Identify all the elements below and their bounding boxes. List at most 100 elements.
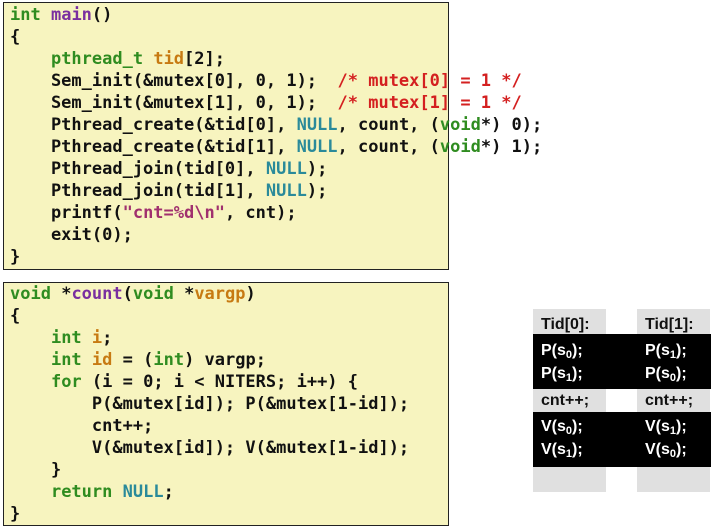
op-text: V(s — [645, 441, 670, 458]
op-text: cnt++; — [645, 392, 694, 409]
code-token: printf( — [10, 203, 123, 223]
code-token: ) — [245, 284, 256, 304]
code-line: { — [10, 305, 20, 327]
code-token: for — [50, 372, 82, 392]
op-text: V(s — [541, 418, 566, 435]
code-token: , count, ( — [337, 115, 440, 135]
code-token: NULL — [122, 482, 164, 502]
code-token: /* mutex[1] = 1 */ — [337, 93, 522, 113]
op-suffix: ); — [676, 365, 687, 382]
op-text: P(s — [541, 365, 566, 382]
tid1-op: P(s1); — [645, 340, 687, 362]
op-text: V(s — [645, 418, 670, 435]
code-token: , cnt); — [224, 203, 297, 223]
code-line: pthread_t tid[2]; — [10, 48, 225, 70]
code-token: ); — [306, 159, 328, 179]
code-token: tid — [153, 49, 185, 69]
code-token: return — [50, 482, 113, 502]
tid1-op: P(s0); — [645, 363, 687, 385]
code-token: * — [173, 284, 195, 304]
code-token: Pthread_join(tid[1], — [10, 181, 266, 201]
op-text: V(s — [541, 441, 566, 458]
code-line: } — [10, 503, 20, 525]
tid0-op: P(s1); — [541, 363, 583, 385]
code-line: printf("cnt=%d\n", cnt); — [10, 202, 297, 224]
code-line: int i; — [10, 327, 112, 349]
code-token: () — [91, 5, 113, 25]
code-token: P(&mutex[id]); P(&mutex[1-id]); — [10, 394, 410, 414]
code-token: ; — [163, 482, 174, 502]
code-token: int — [50, 350, 82, 370]
op-text: P(s — [645, 365, 670, 382]
op-suffix: ); — [676, 441, 687, 458]
code-token: int — [50, 328, 82, 348]
op-suffix: ); — [572, 342, 583, 359]
op-suffix: ); — [572, 418, 583, 435]
code-token: count — [71, 284, 123, 304]
code-token: } — [10, 247, 21, 267]
code-line: for (i = 0; i < NITERS; i++) { — [10, 371, 358, 393]
code-line: Sem_init(&mutex[0], 0, 1); /* mutex[0] =… — [10, 70, 522, 92]
code-line: V(&mutex[id]); V(&mutex[1-id]); — [10, 437, 409, 459]
code-token: = ( — [112, 350, 154, 370]
code-token: *) 1); — [480, 137, 543, 157]
code-line: Sem_init(&mutex[1], 0, 1); /* mutex[1] =… — [10, 92, 522, 114]
code-token: void — [132, 284, 174, 304]
code-line: P(&mutex[id]); P(&mutex[1-id]); — [10, 393, 409, 415]
op-text: P(s — [541, 342, 566, 359]
code-line: Pthread_create(&tid[0], NULL, count, (vo… — [10, 114, 542, 136]
code-line: Pthread_create(&tid[1], NULL, count, (vo… — [10, 136, 542, 158]
code-token: Pthread_join(tid[0], — [10, 159, 266, 179]
op-suffix: ); — [676, 418, 687, 435]
code-token: ) vargp; — [184, 350, 266, 370]
tid0-op: V(s1); — [541, 439, 583, 461]
tid0-op: cnt++; — [541, 390, 589, 412]
code-line: } — [10, 246, 20, 268]
code-token: int — [153, 350, 185, 370]
code-token: ; — [102, 328, 113, 348]
tid0-op: V(s0); — [541, 416, 583, 438]
code-token: int — [10, 5, 41, 25]
code-token: id — [91, 350, 113, 370]
code-line: Pthread_join(tid[0], NULL); — [10, 158, 327, 180]
code-token: Sem_init(&mutex[0], 0, 1); — [10, 71, 338, 91]
tid1-header: Tid[1]: — [645, 316, 694, 333]
code-line: { — [10, 26, 20, 48]
code-line: } — [10, 459, 61, 481]
code-line: int main() — [10, 4, 112, 26]
tid1-op: V(s1); — [645, 416, 687, 438]
main-function-code-panel: int main() { pthread_t tid[2]; Sem_init(… — [3, 2, 542, 270]
tid1-op: V(s0); — [645, 439, 687, 461]
code-token: void — [439, 115, 481, 135]
code-token: Pthread_create(&tid[0], — [10, 115, 297, 135]
tid0-op: P(s0); — [541, 340, 583, 362]
code-token: (i = 0; i < NITERS; i++) { — [81, 372, 359, 392]
code-token: "cnt=%d\n" — [122, 203, 225, 223]
op-suffix: ); — [676, 342, 687, 359]
code-token: cnt++; — [10, 416, 154, 436]
code-token: main — [50, 5, 92, 25]
code-token: [2]; — [184, 49, 225, 69]
code-line: void *count(void *vargp) — [10, 283, 256, 305]
code-token: * — [50, 284, 72, 304]
code-line: cnt++; — [10, 415, 153, 437]
code-token: /* mutex[0] = 1 */ — [337, 71, 522, 91]
code-line: Pthread_join(tid[1], NULL); — [10, 180, 327, 202]
code-token: V(&mutex[id]); V(&mutex[1-id]); — [10, 438, 410, 458]
code-token: { — [10, 306, 21, 326]
code-token: ( — [122, 284, 133, 304]
code-token: vargp — [194, 284, 246, 304]
code-token: exit(0); — [10, 225, 133, 245]
tid1-op: cnt++; — [645, 390, 693, 412]
code-token: ); — [306, 181, 328, 201]
code-token: pthread_t — [50, 49, 144, 69]
code-token: NULL — [265, 159, 307, 179]
